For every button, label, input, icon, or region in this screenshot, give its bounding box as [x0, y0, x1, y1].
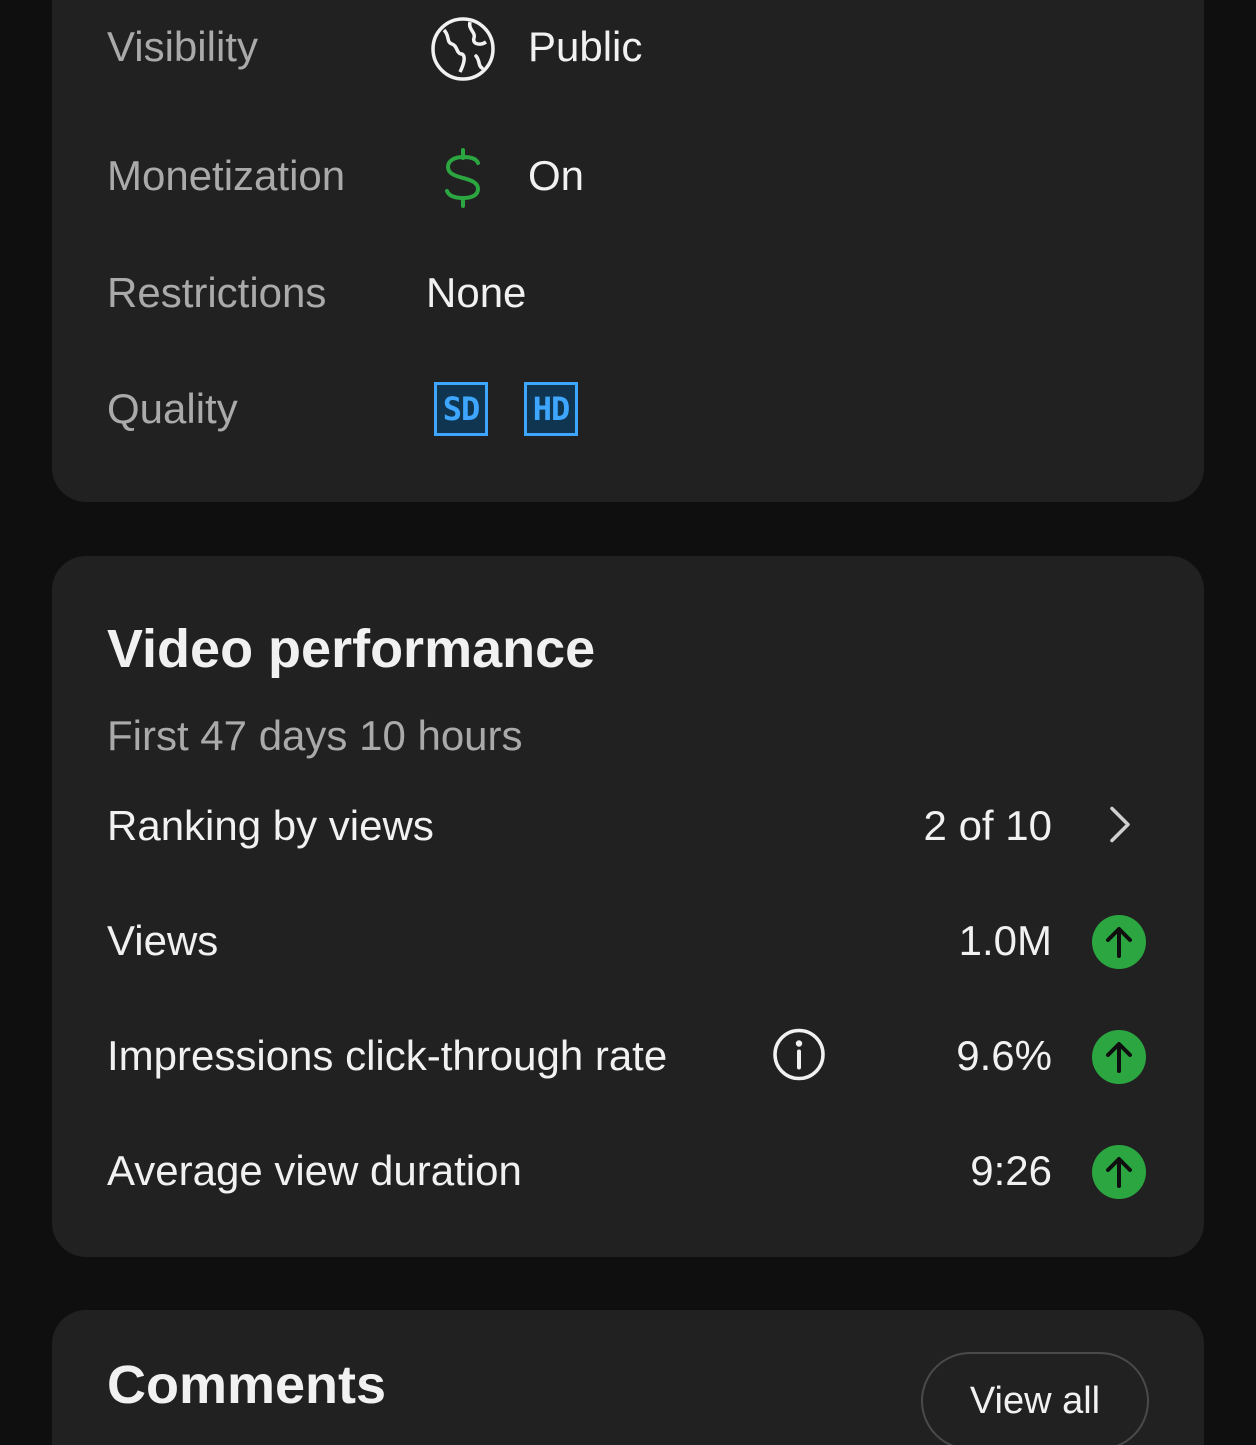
performance-subtitle: First 47 days 10 hours — [107, 712, 523, 759]
visibility-value: Public — [528, 23, 643, 70]
sd-badge: SD — [434, 382, 488, 436]
restrictions-label: Restrictions — [107, 269, 327, 316]
restrictions-value: None — [426, 269, 527, 316]
ctr-value: 9.6% — [956, 1032, 1052, 1079]
video-details-page: Visibility Public Monetization On Restri… — [0, 0, 1256, 1445]
monetization-label: Monetization — [107, 152, 346, 199]
avg-duration-label: Average view duration — [107, 1147, 522, 1194]
avg-duration-value: 9:26 — [970, 1147, 1052, 1194]
hd-badge: HD — [524, 382, 578, 436]
monetization-value: On — [528, 152, 585, 199]
dollar-icon — [442, 147, 484, 209]
ctr-label: Impressions click-through rate — [107, 1032, 668, 1079]
arrow-up-icon — [1092, 1030, 1146, 1084]
globe-icon — [430, 16, 496, 82]
ranking-value: 2 of 10 — [923, 802, 1052, 849]
view-all-button[interactable]: View all — [921, 1352, 1149, 1445]
views-value: 1.0M — [958, 917, 1052, 964]
arrow-up-icon — [1092, 915, 1146, 969]
info-icon[interactable] — [772, 1028, 826, 1087]
ranking-label: Ranking by views — [107, 802, 434, 849]
quality-label: Quality — [107, 385, 238, 432]
visibility-label: Visibility — [107, 23, 258, 70]
arrow-up-icon — [1092, 1145, 1146, 1199]
video-details-card: Visibility Public Monetization On Restri… — [52, 0, 1204, 502]
views-label: Views — [107, 917, 219, 964]
comments-card: Comments View all — [52, 1310, 1204, 1445]
comments-title: Comments — [107, 1355, 387, 1415]
chevron-right-icon[interactable] — [1104, 805, 1134, 850]
performance-title: Video performance — [107, 619, 596, 679]
video-performance-card: Video performance First 47 days 10 hours… — [52, 556, 1204, 1257]
